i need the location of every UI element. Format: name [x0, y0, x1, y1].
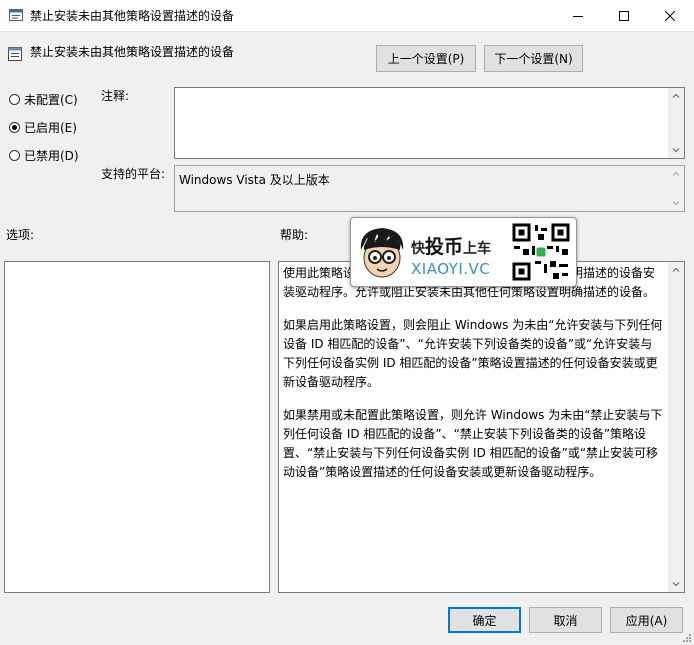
close-button[interactable] — [647, 0, 693, 31]
scroll-down-icon[interactable] — [672, 146, 680, 154]
comment-textarea[interactable] — [174, 87, 685, 159]
help-scrollbar[interactable] — [668, 262, 684, 592]
scroll-up-icon[interactable] — [672, 266, 680, 274]
apply-button[interactable]: 应用(A) — [610, 607, 683, 633]
scroll-up-icon[interactable] — [672, 92, 680, 100]
maximize-icon — [619, 10, 629, 21]
scroll-down-icon[interactable] — [672, 199, 680, 207]
options-panel — [4, 261, 270, 593]
minimize-icon — [573, 15, 583, 17]
radio-indicator — [9, 150, 20, 161]
scroll-up-icon[interactable] — [672, 170, 680, 178]
qr-code-icon — [511, 222, 571, 282]
ok-button[interactable]: 确定 — [448, 607, 521, 633]
close-icon — [665, 10, 675, 21]
radio-enabled[interactable]: 已启用(E) — [9, 119, 77, 136]
radio-indicator — [9, 122, 20, 133]
help-paragraph: 如果禁用或未配置此策略设置，则允许 Windows 为未由“禁止安装与下列任何设… — [283, 408, 663, 479]
comment-scrollbar[interactable] — [668, 88, 684, 158]
radio-disabled[interactable]: 已禁用(D) — [9, 147, 79, 164]
radio-label: 未配置(C) — [24, 93, 78, 107]
scroll-down-icon[interactable] — [672, 580, 680, 588]
minimize-button[interactable] — [555, 0, 601, 31]
resize-grip-icon[interactable] — [681, 632, 692, 643]
comment-label: 注释: — [101, 89, 130, 103]
help-panel: 使用此策略设置，可以阻止为未由其他策略设置特别说明描述的设备安装驱动程序。允许或… — [278, 261, 685, 593]
help-paragraph: 如果启用此策略设置，则会阻止 Windows 为未由“允许安装与下列任何设备 I… — [283, 318, 663, 389]
policy-name: 禁止安装未由其他策略设置描述的设备 — [30, 45, 235, 59]
platform-label: 支持的平台: — [101, 167, 166, 181]
help-label: 帮助: — [280, 228, 309, 242]
policy-setting-icon — [8, 47, 22, 61]
platform-scrollbar[interactable] — [668, 166, 684, 211]
window-title: 禁止安装未由其他策略设置描述的设备 — [30, 9, 235, 23]
next-setting-button[interactable]: 下一个设置(N) — [484, 45, 583, 72]
cancel-button[interactable]: 取消 — [529, 607, 602, 633]
radio-not-configured[interactable]: 未配置(C) — [9, 91, 78, 108]
previous-setting-button[interactable]: 上一个设置(P) — [376, 45, 476, 72]
options-label: 选项: — [6, 228, 35, 242]
maximize-button[interactable] — [601, 0, 647, 31]
watermark-brand-en: XIAOYI.VC — [411, 260, 491, 278]
policy-window-icon — [9, 9, 23, 21]
title-bar: 禁止安装未由其他策略设置描述的设备 — [0, 0, 694, 32]
cartoon-face-icon — [360, 228, 404, 278]
radio-indicator — [9, 94, 20, 105]
platform-field: Windows Vista 及以上版本 — [174, 165, 685, 212]
radio-label: 已启用(E) — [24, 121, 77, 135]
watermark-brand-cn: 快投币上车 — [411, 236, 492, 258]
platform-value: Windows Vista 及以上版本 — [179, 173, 330, 187]
watermark-badge: 快投币上车 XIAOYI.VC — [350, 217, 577, 287]
radio-label: 已禁用(D) — [24, 149, 79, 163]
